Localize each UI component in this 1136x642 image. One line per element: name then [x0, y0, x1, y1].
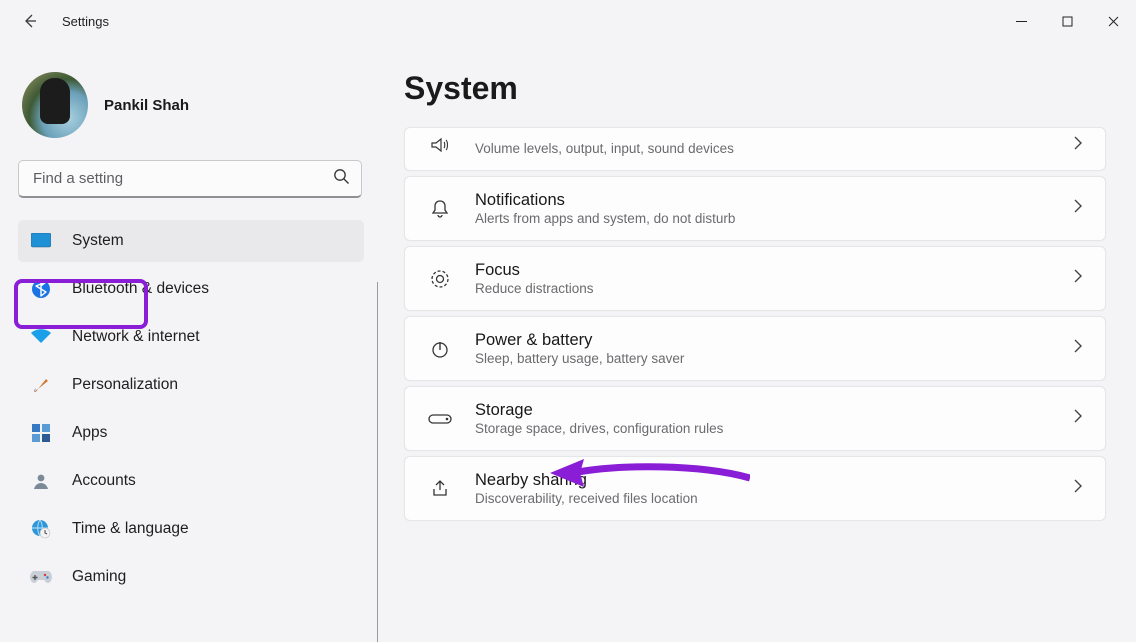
chevron-right-icon	[1073, 478, 1083, 499]
sidebar-item-label: Personalization	[72, 376, 178, 394]
search-wrapper	[18, 160, 362, 198]
back-button[interactable]	[16, 7, 44, 35]
card-list: Volume levels, output, input, sound devi…	[404, 127, 1106, 521]
card-subtitle: Volume levels, output, input, sound devi…	[475, 141, 1051, 156]
search-input[interactable]	[18, 160, 362, 198]
sidebar-item-personalization[interactable]: Personalization	[18, 364, 364, 406]
card-title: Nearby sharing	[475, 471, 1051, 490]
card-subtitle: Discoverability, received files location	[475, 491, 1051, 506]
card-subtitle: Alerts from apps and system, do not dist…	[475, 211, 1051, 226]
share-icon	[427, 478, 453, 500]
wifi-icon	[30, 326, 52, 348]
power-icon	[427, 338, 453, 360]
card-title: Notifications	[475, 191, 1051, 210]
bell-icon	[427, 198, 453, 220]
sidebar-item-label: Gaming	[72, 568, 126, 586]
user-name: Pankil Shah	[104, 97, 189, 114]
globe-clock-icon	[30, 518, 52, 540]
sidebar-item-label: Bluetooth & devices	[72, 280, 209, 298]
storage-icon	[427, 412, 453, 426]
sidebar-item-time[interactable]: Time & language	[18, 508, 364, 550]
sidebar-item-gaming[interactable]: Gaming	[18, 556, 364, 598]
back-arrow-icon	[22, 13, 38, 29]
chevron-right-icon	[1073, 338, 1083, 359]
sidebar-item-label: Accounts	[72, 472, 136, 490]
paintbrush-icon	[30, 374, 52, 396]
sidebar-item-label: Apps	[72, 424, 107, 442]
sidebar-item-bluetooth[interactable]: Bluetooth & devices	[18, 268, 364, 310]
card-title: Storage	[475, 401, 1051, 420]
focus-icon	[427, 268, 453, 290]
search-icon	[333, 168, 350, 190]
sidebar-item-label: Network & internet	[72, 328, 200, 346]
sidebar-item-network[interactable]: Network & internet	[18, 316, 364, 358]
sidebar-item-apps[interactable]: Apps	[18, 412, 364, 454]
maximize-button[interactable]	[1044, 5, 1090, 37]
avatar	[22, 72, 88, 138]
gamepad-icon	[30, 566, 52, 588]
title-bar: Settings	[0, 0, 1136, 42]
maximize-icon	[1062, 16, 1073, 27]
bluetooth-icon	[30, 278, 52, 300]
person-icon	[30, 470, 52, 492]
minimize-button[interactable]	[998, 5, 1044, 37]
close-button[interactable]	[1090, 5, 1136, 37]
card-notifications[interactable]: Notifications Alerts from apps and syste…	[404, 176, 1106, 241]
sound-icon	[427, 134, 453, 156]
card-title: Focus	[475, 261, 1051, 280]
card-title: Power & battery	[475, 331, 1051, 350]
apps-icon	[30, 422, 52, 444]
card-subtitle: Storage space, drives, configuration rul…	[475, 421, 1051, 436]
card-focus[interactable]: Focus Reduce distractions	[404, 246, 1106, 311]
chevron-right-icon	[1073, 198, 1083, 219]
chevron-right-icon	[1073, 268, 1083, 289]
system-icon	[30, 230, 52, 252]
chevron-right-icon	[1073, 408, 1083, 429]
card-subtitle: Sleep, battery usage, battery saver	[475, 351, 1051, 366]
sidebar-item-label: System	[72, 232, 124, 250]
sidebar: Pankil Shah System Bluetooth & devices	[0, 42, 378, 618]
card-sound[interactable]: Volume levels, output, input, sound devi…	[404, 127, 1106, 171]
card-power[interactable]: Power & battery Sleep, battery usage, ba…	[404, 316, 1106, 381]
sidebar-item-system[interactable]: System	[18, 220, 364, 262]
sidebar-separator	[377, 282, 378, 642]
card-nearby-sharing[interactable]: Nearby sharing Discoverability, received…	[404, 456, 1106, 521]
content-pane: System Volume levels, output, input, sou…	[378, 42, 1136, 618]
window-title: Settings	[62, 14, 109, 29]
page-title: System	[404, 70, 1106, 107]
profile-block[interactable]: Pankil Shah	[22, 72, 364, 138]
minimize-icon	[1016, 16, 1027, 27]
card-subtitle: Reduce distractions	[475, 281, 1051, 296]
card-storage[interactable]: Storage Storage space, drives, configura…	[404, 386, 1106, 451]
sidebar-item-accounts[interactable]: Accounts	[18, 460, 364, 502]
nav-list: System Bluetooth & devices Network & int…	[18, 220, 364, 604]
sidebar-item-label: Time & language	[72, 520, 189, 538]
close-icon	[1108, 16, 1119, 27]
chevron-right-icon	[1073, 135, 1083, 156]
